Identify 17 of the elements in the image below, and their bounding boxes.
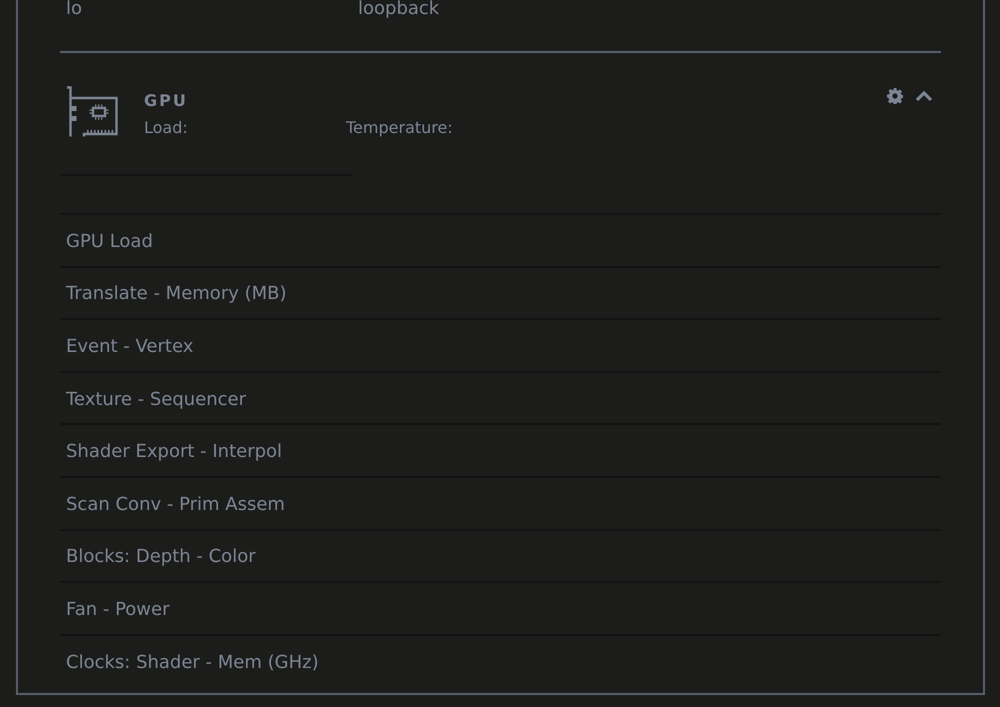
interface-type: loopback <box>358 0 440 18</box>
temperature-label: Temperature: <box>346 119 453 137</box>
metric-row: Fan - Power <box>60 581 941 634</box>
graphics-card-icon <box>66 86 118 138</box>
interface-name: lo <box>66 0 84 18</box>
device-title: GPU <box>144 92 189 110</box>
metric-row: Shader Export - Interpol <box>60 423 941 476</box>
metric-row: Translate - Memory (MB) <box>60 266 941 318</box>
metric-row: GPU Load <box>60 213 941 266</box>
metric-row: Texture - Sequencer <box>60 370 941 424</box>
metric-row: Event - Vertex <box>60 318 941 371</box>
settings-icon[interactable] <box>887 88 903 104</box>
metric-row: Clocks: Shader - Mem (GHz) <box>60 634 941 686</box>
load-label: Load: <box>144 119 189 137</box>
collapse-caret-icon[interactable] <box>915 90 933 102</box>
metric-row: Blocks: Depth - Color <box>60 528 941 582</box>
metric-row: Scan Conv - Prim Assem <box>60 476 941 529</box>
